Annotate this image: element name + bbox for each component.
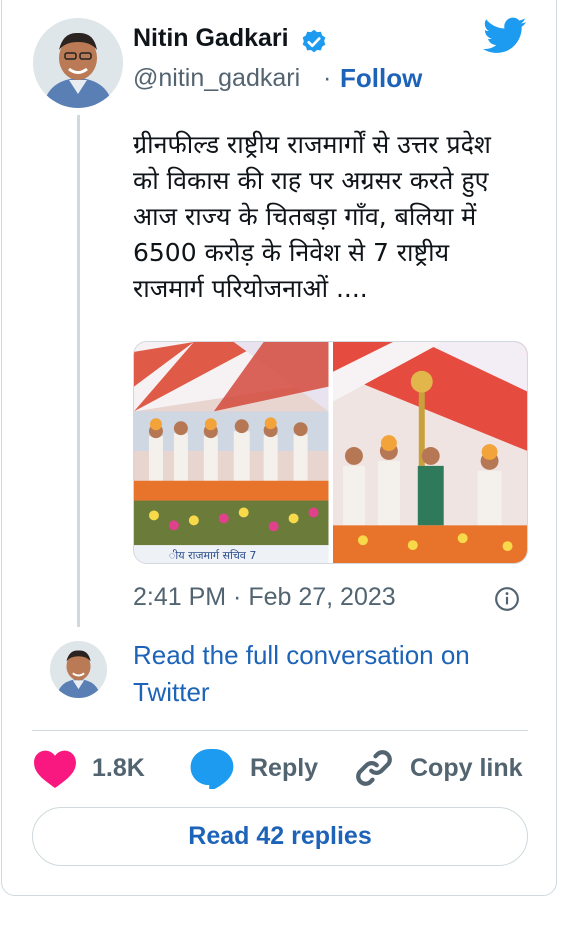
heart-icon <box>34 750 76 788</box>
media-photo-1[interactable]: ीय राजमार्ग सचिव 7 <box>134 342 329 563</box>
reply-bubble-icon <box>190 749 234 789</box>
tweet-media[interactable]: ीय राजमार्ग सचिव 7 <box>133 341 528 564</box>
author-name[interactable]: Nitin Gadkari <box>133 24 289 53</box>
twitter-bird-icon[interactable] <box>483 17 527 55</box>
author-avatar[interactable] <box>33 18 123 108</box>
media-caption: ीय राजमार्ग सचिव 7 <box>169 549 256 562</box>
copy-link-action[interactable]: Copy link <box>352 748 523 788</box>
likes-count: 1.8K <box>92 753 145 782</box>
reply-action[interactable]: Reply <box>188 748 319 789</box>
read-replies-button[interactable]: Read 42 replies <box>32 807 528 866</box>
follow-link[interactable]: Follow <box>340 63 422 94</box>
like-action[interactable]: 1.8K <box>32 748 145 788</box>
handle-separator: · <box>323 64 332 92</box>
read-full-conversation-link[interactable]: Read the full conversation on Twitter <box>133 637 533 711</box>
info-icon[interactable] <box>494 586 520 612</box>
verified-badge-icon <box>302 29 326 53</box>
conversation-avatar[interactable] <box>50 641 107 698</box>
actions-divider <box>32 730 528 731</box>
tweet-timestamp[interactable]: 2:41 PM · Feb 27, 2023 <box>133 583 396 612</box>
author-handle[interactable]: @nitin_gadkari <box>133 64 300 93</box>
thread-line <box>77 115 80 627</box>
reply-label: Reply <box>250 753 319 782</box>
link-icon <box>356 750 392 786</box>
copy-link-label: Copy link <box>410 753 523 782</box>
tweet-text: ग्रीनफील्ड राष्ट्रीय राजमार्गों से उत्तर… <box>133 130 491 303</box>
media-photo-2[interactable] <box>332 342 527 563</box>
